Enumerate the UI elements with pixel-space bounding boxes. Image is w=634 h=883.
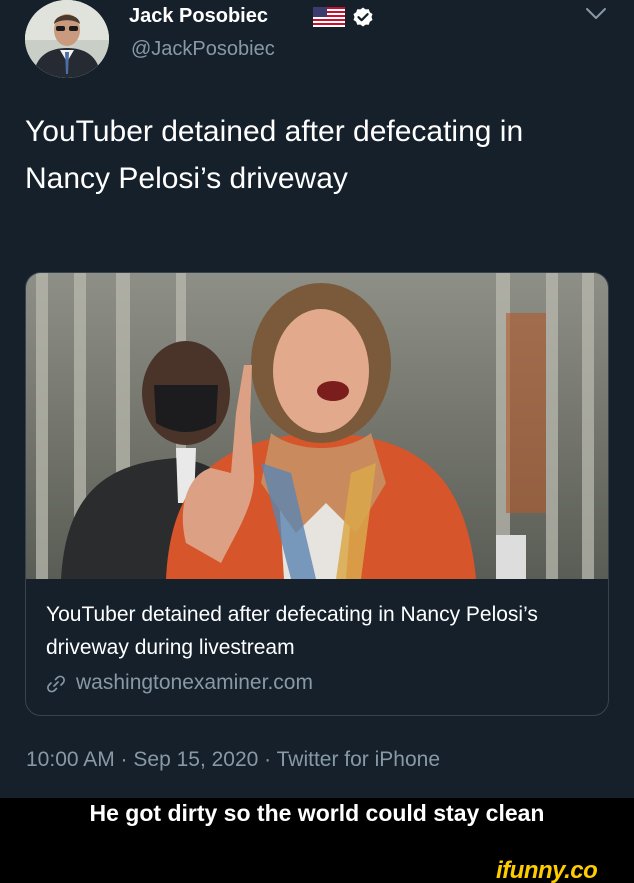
chevron-down-icon[interactable] <box>585 7 607 21</box>
author-handle[interactable]: @JackPosobiec <box>131 38 275 61</box>
tweet: Jack Posobiec @JackPosobiec YouTuber det… <box>0 0 634 798</box>
meme-caption: He got dirty so the world could stay cle… <box>89 800 545 826</box>
avatar-image <box>25 0 109 78</box>
tweet-text: YouTuber detained after defecating in Na… <box>25 115 524 195</box>
avatar[interactable] <box>25 0 109 78</box>
card-title[interactable]: YouTuber detained after defecating in Na… <box>46 598 586 664</box>
author-name[interactable]: Jack Posobiec <box>129 5 268 28</box>
ifunny-watermark: ifunny.co <box>496 857 598 883</box>
card-domain[interactable]: washingtonexaminer.com <box>76 671 313 695</box>
us-flag-icon <box>313 7 345 27</box>
link-icon <box>47 675 65 693</box>
verified-badge-icon <box>353 7 373 27</box>
tweet-timestamp[interactable]: 10:00 AM · Sep 15, 2020 · Twitter for iP… <box>26 748 440 772</box>
link-card[interactable]: YouTuber detained after defecating in Na… <box>25 272 609 716</box>
card-image[interactable] <box>26 273 608 579</box>
card-photo <box>26 273 608 579</box>
